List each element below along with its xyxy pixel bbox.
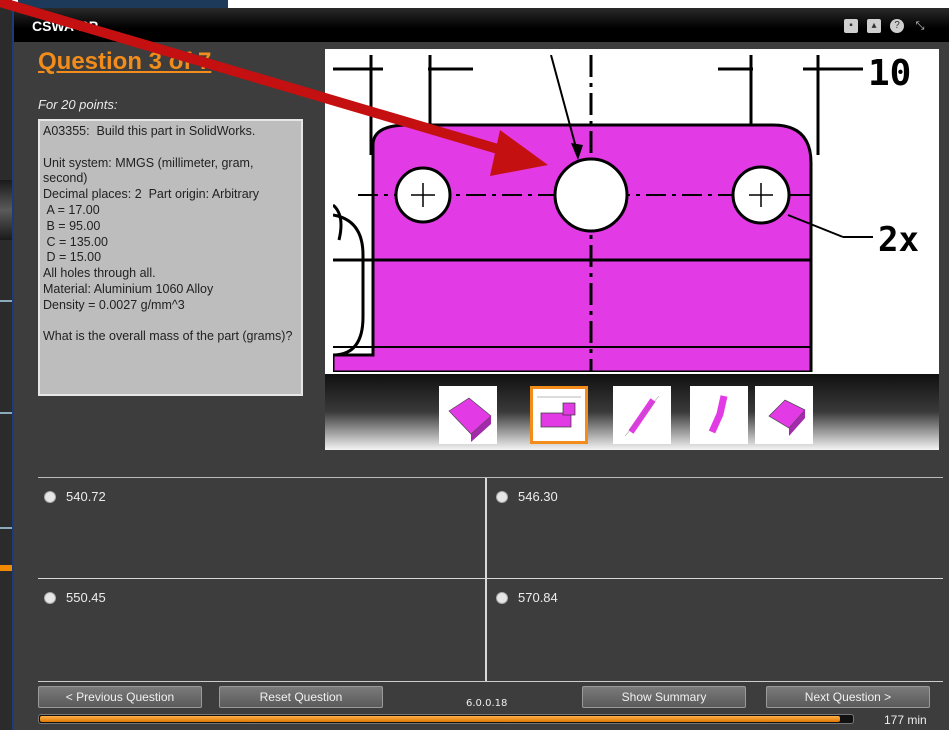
answer-label: 540.72: [66, 489, 106, 504]
answer-divider: [485, 478, 487, 682]
dimension-label: 10: [868, 55, 911, 94]
time-progress-fill: [40, 716, 840, 722]
answer-label: 550.45: [66, 590, 106, 605]
thumbnail-4[interactable]: [690, 386, 748, 444]
callout-label: 2x: [878, 220, 919, 260]
points-label: For 20 points:: [38, 97, 118, 112]
reset-question-button[interactable]: Reset Question: [219, 686, 383, 708]
app-title: CSWA-RP: [32, 18, 99, 34]
show-summary-button[interactable]: Show Summary: [582, 686, 746, 708]
help-icon[interactable]: ?: [890, 19, 904, 33]
background-window-titlebar: [18, 0, 228, 8]
question-text: A03355: Build this part in SolidWorks. U…: [38, 119, 303, 396]
answer-label: 570.84: [518, 590, 558, 605]
thumbnail-1[interactable]: [439, 386, 497, 444]
exam-window: CSWA-RP ▪ ▴ ? ⤡ Question 3 of 7 For 20 p…: [12, 8, 949, 730]
time-progress-bar: [38, 714, 854, 724]
radio-button[interactable]: [44, 490, 56, 503]
thumbnail-5[interactable]: [755, 386, 813, 444]
background-window-panel: [0, 180, 12, 240]
image-panel: 10 2x: [325, 49, 939, 450]
answer-option-1[interactable]: 540.72: [44, 489, 106, 504]
question-heading: Question 3 of 7: [38, 48, 212, 75]
next-question-button[interactable]: Next Question >: [766, 686, 930, 708]
drawing-image[interactable]: 10 2x: [333, 55, 923, 372]
version-label: 6.0.0.18: [466, 698, 508, 709]
collapse-icon[interactable]: ⤡: [913, 19, 927, 33]
answer-divider: [38, 681, 943, 682]
title-bar: CSWA-RP ▪ ▴ ? ⤡: [14, 8, 949, 42]
radio-button[interactable]: [496, 490, 508, 503]
time-remaining: 177 min: [884, 713, 927, 727]
home-icon[interactable]: ▴: [867, 19, 881, 33]
answer-divider: [38, 578, 943, 579]
thumbnail-3[interactable]: [613, 386, 671, 444]
background-window-progress: [0, 565, 12, 571]
previous-question-button[interactable]: < Previous Question: [38, 686, 202, 708]
answer-option-4[interactable]: 570.84: [496, 590, 558, 605]
radio-button[interactable]: [44, 591, 56, 604]
background-window-left: [0, 0, 12, 730]
background-window-divider: [0, 527, 12, 529]
thumbnail-2[interactable]: [530, 386, 588, 444]
thumbnail-strip: [325, 374, 939, 450]
background-window-divider: [0, 412, 12, 414]
answer-grid: 540.72 546.30 550.45 570.84: [38, 477, 943, 682]
answer-option-2[interactable]: 546.30: [496, 489, 558, 504]
print-icon[interactable]: ▪: [844, 19, 858, 33]
radio-button[interactable]: [496, 591, 508, 604]
answer-label: 546.30: [518, 489, 558, 504]
background-window-divider: [0, 300, 12, 302]
answer-option-3[interactable]: 550.45: [44, 590, 106, 605]
